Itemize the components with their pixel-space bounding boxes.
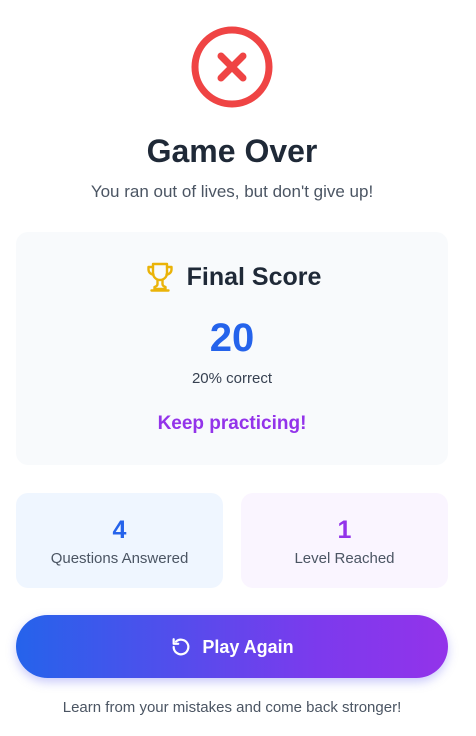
level-reached-value: 1 — [337, 516, 352, 544]
trophy-icon — [146, 262, 173, 292]
level-reached-card: 1 Level Reached — [241, 493, 448, 588]
final-score-value: 20 — [209, 316, 255, 360]
footer-message: Learn from your mistakes and come back s… — [62, 699, 402, 716]
questions-answered-label: Questions Answered — [50, 550, 189, 567]
play-again-button[interactable]: Play Again — [16, 615, 448, 678]
score-title: Final Score — [186, 263, 322, 291]
play-again-label: Play Again — [202, 636, 294, 657]
encouragement-message: Keep practicing! — [157, 413, 307, 434]
percent-correct: 20% correct — [191, 370, 273, 387]
final-score-card: Final Score 20 20% correct Keep practici… — [16, 232, 448, 465]
score-header: Final Score — [16, 259, 448, 295]
level-reached-label: Level Reached — [294, 550, 395, 567]
restart-icon — [172, 637, 190, 655]
questions-answered-value: 4 — [112, 516, 127, 544]
game-over-screen: Game Over You ran out of lives, but don'… — [0, 0, 464, 736]
x-circle-icon — [191, 26, 273, 108]
questions-answered-card: 4 Questions Answered — [16, 493, 223, 588]
page-subtitle: You ran out of lives, but don't give up! — [90, 182, 374, 201]
page-title: Game Over — [146, 133, 318, 169]
